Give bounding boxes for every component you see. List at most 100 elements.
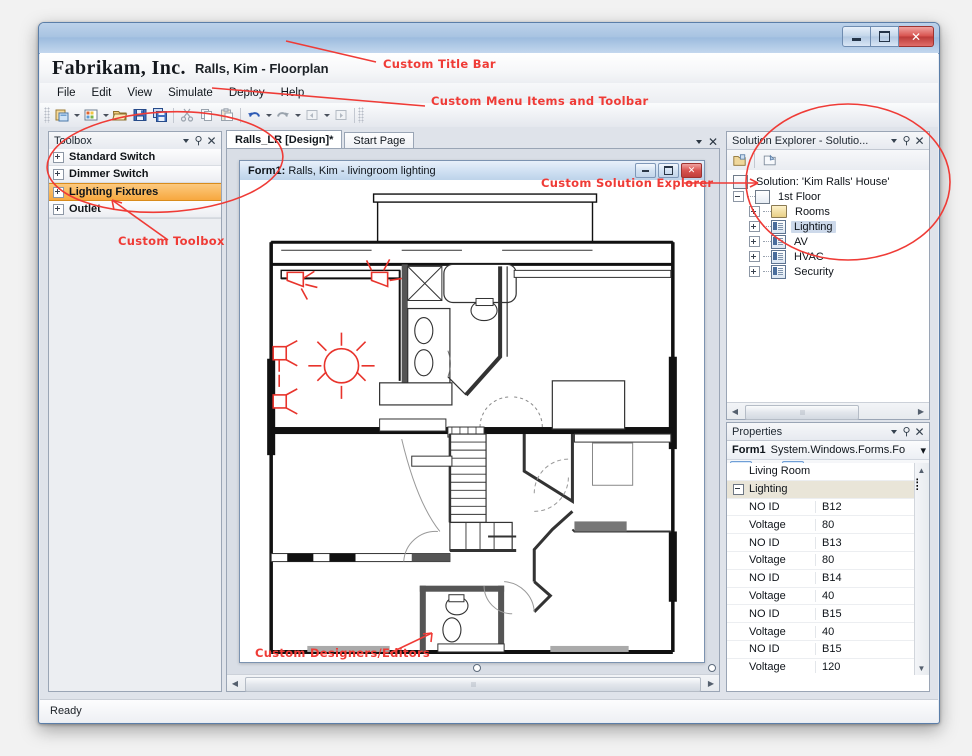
undo-icon[interactable] [244, 105, 264, 125]
expand-icon[interactable] [53, 186, 64, 198]
property-row[interactable]: Voltage 80 [727, 552, 929, 570]
se-scroll-track[interactable] [743, 404, 913, 420]
scroll-down-arrow-icon[interactable]: ▼ [915, 661, 928, 675]
property-row[interactable]: NO ID B15 [727, 605, 929, 624]
expand-icon[interactable] [749, 251, 760, 262]
expand-icon[interactable] [749, 221, 760, 232]
property-value[interactable]: B15 [815, 643, 929, 656]
new-item-icon[interactable] [81, 105, 101, 125]
save-icon[interactable] [130, 105, 150, 125]
pin-icon[interactable]: ⚲ [192, 134, 205, 147]
expand-icon[interactable] [749, 206, 760, 217]
new-project-dropdown-icon[interactable] [72, 105, 81, 125]
se-scroll-thumb[interactable] [745, 404, 859, 420]
scroll-right-arrow-icon[interactable]: ▶ [703, 676, 719, 691]
form-minimize-button[interactable] [635, 163, 656, 178]
chevron-down-icon[interactable] [887, 134, 900, 147]
designer-horizontal-scrollbar[interactable]: ◀ ▶ [227, 674, 719, 692]
close-icon[interactable]: ✕ [913, 134, 926, 147]
property-value[interactable]: 40 [815, 589, 929, 602]
tree-item-security[interactable]: Security [727, 264, 929, 279]
close-icon[interactable]: ✕ [913, 425, 926, 438]
property-value[interactable]: 80 [815, 518, 929, 531]
scroll-left-arrow-icon[interactable]: ◀ [727, 404, 743, 419]
tree-item-1st-floor[interactable]: 1st Floor [727, 189, 929, 204]
property-value[interactable]: 40 [815, 625, 929, 638]
tab-list-dropdown-icon[interactable] [692, 135, 706, 149]
window-minimize-button[interactable] [842, 26, 871, 47]
property-row[interactable]: Voltage 40 [727, 588, 929, 606]
redo-icon[interactable] [273, 105, 293, 125]
copy-icon[interactable] [197, 105, 217, 125]
property-value[interactable]: B14 [815, 572, 929, 585]
toolbox-item-lighting-fixtures[interactable]: Lighting Fixtures [49, 183, 221, 201]
property-row-living-room[interactable]: Living Room [727, 463, 929, 481]
form-maximize-button[interactable] [658, 163, 679, 178]
toolbox-item-outlet[interactable]: Outlet [49, 201, 221, 218]
tab-ralls-lr-design[interactable]: Ralls_LR [Design]* [226, 130, 343, 149]
solution-explorer-horizontal-scrollbar[interactable]: ◀ ▶ [727, 402, 929, 420]
property-row[interactable]: NO ID B14 [727, 570, 929, 588]
open-icon[interactable] [110, 105, 130, 125]
expand-icon[interactable] [749, 266, 760, 277]
scroll-up-arrow-icon[interactable]: ▲ [915, 463, 928, 477]
collapse-icon[interactable] [733, 191, 744, 202]
window-maximize-button[interactable] [871, 26, 899, 47]
new-item-dropdown-icon[interactable] [101, 105, 110, 125]
navigate-forward-icon[interactable] [331, 105, 351, 125]
tree-item-rooms[interactable]: Rooms [727, 204, 929, 219]
property-row[interactable]: NO ID B13 [727, 534, 929, 552]
save-all-icon[interactable] [150, 105, 170, 125]
scroll-right-arrow-icon[interactable]: ▶ [913, 404, 929, 419]
properties-vertical-scrollbar[interactable]: ▲ ⁞ ▼ [914, 463, 929, 675]
tab-start-page[interactable]: Start Page [344, 132, 415, 149]
property-row[interactable]: NO ID B15 [727, 641, 929, 659]
cut-icon[interactable] [177, 105, 197, 125]
scroll-left-arrow-icon[interactable]: ◀ [227, 676, 243, 691]
toolbar-grip[interactable] [44, 107, 50, 123]
properties-scroll-thumb[interactable]: ⁞ [915, 477, 929, 517]
chevron-down-icon[interactable] [887, 425, 900, 438]
form-close-button[interactable]: ✕ [681, 163, 702, 178]
new-project-icon[interactable] [52, 105, 72, 125]
designer-resize-grip-corner[interactable] [708, 664, 716, 672]
designer-scroll-thumb[interactable] [245, 676, 701, 692]
designer-scroll-track[interactable] [243, 676, 703, 692]
menu-item-view[interactable]: View [120, 85, 159, 101]
tree-item-lighting[interactable]: Lighting [727, 219, 929, 234]
navigate-backward-dropdown-icon[interactable] [322, 105, 331, 125]
close-icon[interactable]: ✕ [205, 134, 218, 147]
floorplan-canvas[interactable] [240, 180, 704, 662]
expand-icon[interactable] [53, 151, 64, 163]
property-row[interactable]: Voltage 40 [727, 623, 929, 641]
collapse-icon[interactable] [733, 483, 744, 495]
undo-dropdown-icon[interactable] [264, 105, 273, 125]
show-all-files-icon[interactable] [760, 152, 779, 169]
property-row[interactable]: Voltage 120 [727, 659, 929, 675]
property-value[interactable]: B12 [815, 500, 929, 513]
menu-item-edit[interactable]: Edit [85, 85, 119, 101]
menu-item-deploy[interactable]: Deploy [222, 85, 272, 101]
expand-icon[interactable] [53, 203, 64, 215]
properties-icon[interactable] [730, 152, 749, 169]
property-value[interactable]: B15 [815, 607, 929, 620]
chevron-down-icon[interactable] [179, 134, 192, 147]
menu-item-help[interactable]: Help [274, 85, 312, 101]
tree-item-hvac[interactable]: HVAC [727, 249, 929, 264]
chevron-down-icon[interactable]: ▾ [920, 444, 926, 457]
designer-resize-grip-bottom[interactable] [473, 664, 481, 672]
pin-icon[interactable]: ⚲ [900, 425, 913, 438]
expand-icon[interactable] [749, 236, 760, 247]
property-value[interactable]: B13 [815, 536, 929, 549]
tree-item-av[interactable]: AV [727, 234, 929, 249]
redo-dropdown-icon[interactable] [293, 105, 302, 125]
window-close-button[interactable]: ✕ [899, 26, 934, 47]
property-value[interactable]: 80 [815, 554, 929, 567]
navigate-backward-icon[interactable] [302, 105, 322, 125]
toolbar-overflow-grip[interactable] [358, 107, 364, 123]
property-row[interactable]: NO ID B12 [727, 499, 929, 517]
property-row[interactable]: Voltage 80 [727, 516, 929, 535]
property-category-lighting[interactable]: Lighting [727, 480, 929, 499]
expand-icon[interactable] [53, 168, 64, 180]
menu-item-file[interactable]: File [50, 85, 83, 101]
